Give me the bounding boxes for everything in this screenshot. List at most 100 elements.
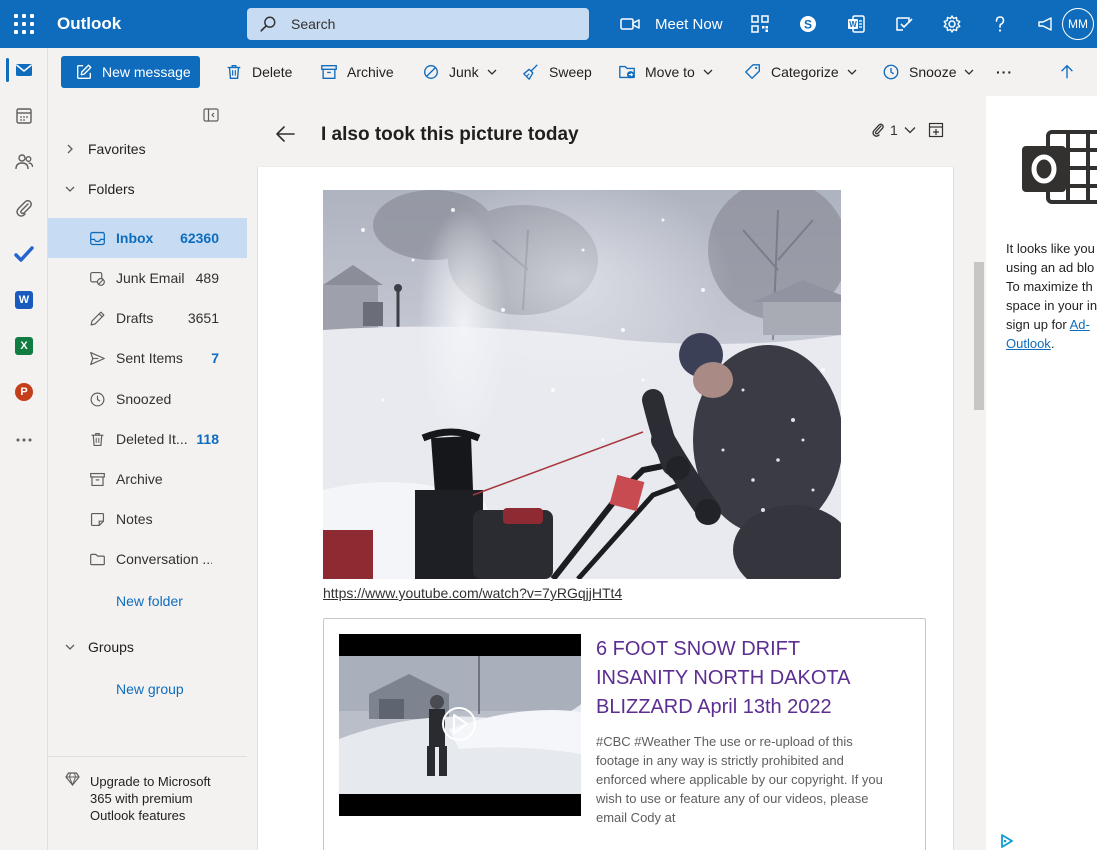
- arrow-up-icon[interactable]: [1058, 60, 1076, 84]
- folder-name: Conversation ...: [116, 551, 212, 567]
- chevron-down-icon: [65, 644, 75, 650]
- note-icon: [90, 512, 105, 526]
- collapse-pane-icon[interactable]: [203, 108, 219, 122]
- folder-name: Notes: [116, 511, 153, 527]
- office-word-icon[interactable]: W: [844, 12, 868, 36]
- search-box[interactable]: [247, 8, 589, 40]
- junk-icon: [90, 271, 105, 286]
- meet-now-button[interactable]: Meet Now: [620, 12, 723, 36]
- unread-count: 7: [211, 350, 219, 366]
- chevron-down-icon: [904, 127, 916, 134]
- word-icon[interactable]: W: [0, 280, 48, 320]
- ad-line: To maximize th: [1006, 279, 1093, 294]
- todo-icon[interactable]: [0, 234, 48, 274]
- chevron-down-icon: [65, 186, 75, 192]
- favorites-label: Favorites: [88, 141, 146, 157]
- calendar-icon[interactable]: [0, 96, 48, 136]
- folder-archive[interactable]: Archive: [48, 459, 247, 499]
- folders-label: Folders: [88, 181, 135, 197]
- video-thumbnail[interactable]: [339, 634, 581, 816]
- archive-button[interactable]: Archive: [320, 60, 394, 84]
- folder-conversation-history[interactable]: Conversation ...: [48, 539, 247, 579]
- upgrade-banner[interactable]: Upgrade to Microsoft 365 with premium Ou…: [48, 756, 247, 850]
- chevron-down-icon: [703, 69, 713, 75]
- attached-photo[interactable]: [323, 190, 841, 579]
- favorites-header[interactable]: Favorites: [48, 133, 247, 165]
- delete-label: Delete: [252, 64, 293, 80]
- new-folder-link[interactable]: New folder: [116, 593, 183, 609]
- more-apps-icon[interactable]: [0, 420, 48, 460]
- paperclip-icon[interactable]: [0, 188, 48, 228]
- scrollbar-track[interactable]: [972, 96, 986, 850]
- skype-icon[interactable]: S: [796, 12, 820, 36]
- ad-line: space in your in: [1006, 298, 1097, 313]
- more-options-button[interactable]: ···: [996, 60, 1013, 84]
- megaphone-icon[interactable]: [1034, 12, 1058, 36]
- folder-icon: [90, 553, 105, 565]
- snooze-label: Snooze: [909, 64, 957, 80]
- app-rail: W X P: [0, 48, 48, 850]
- ad-line: using an ad blo: [1006, 260, 1095, 275]
- attachment-count: 1: [890, 122, 898, 138]
- waffle-icon[interactable]: [12, 12, 36, 36]
- diamond-icon: [65, 772, 80, 786]
- ad-blocker-message: It looks like you using an ad blo To max…: [1006, 239, 1097, 353]
- folder-inbox[interactable]: Inbox 62360: [48, 218, 247, 258]
- avatar[interactable]: MM: [1062, 8, 1094, 40]
- link-preview-card[interactable]: 6 FOOT SNOW DRIFT INSANITY NORTH DAKOTA …: [323, 618, 926, 850]
- svg-text:S: S: [804, 18, 812, 32]
- help-icon[interactable]: [988, 12, 1012, 36]
- message-body: https://www.youtube.com/watch?v=7yRGqjjH…: [257, 167, 954, 850]
- move-to-button[interactable]: Move to: [618, 60, 713, 84]
- mail-icon[interactable]: [0, 50, 48, 90]
- categorize-label: Categorize: [771, 64, 839, 80]
- people-icon[interactable]: [0, 142, 48, 182]
- preview-title[interactable]: 6 FOOT SNOW DRIFT INSANITY NORTH DAKOTA …: [596, 635, 896, 722]
- inbox-icon: [90, 231, 105, 245]
- folder-move-icon: [619, 65, 635, 79]
- ad-free-link[interactable]: Ad-: [1070, 317, 1090, 332]
- categorize-button[interactable]: Categorize: [744, 60, 857, 84]
- back-arrow-icon[interactable]: [274, 124, 296, 144]
- sweep-button[interactable]: Sweep: [522, 60, 592, 84]
- excel-icon[interactable]: X: [0, 326, 48, 366]
- ad-suffix: .: [1050, 336, 1055, 351]
- adchoices-icon[interactable]: [1000, 834, 1014, 848]
- app-title[interactable]: Outlook: [57, 14, 121, 34]
- delete-button[interactable]: Delete: [225, 60, 292, 84]
- folder-drafts[interactable]: Drafts 3651: [48, 298, 247, 338]
- ad-pane: It looks like you using an ad blo To max…: [986, 96, 1097, 850]
- youtube-link[interactable]: https://www.youtube.com/watch?v=7yRGqjjH…: [323, 585, 622, 601]
- folder-deleted-items[interactable]: Deleted It... 118: [48, 419, 247, 459]
- search-icon: [260, 16, 276, 32]
- unread-count: 118: [196, 431, 219, 447]
- send-icon: [90, 351, 105, 365]
- gear-icon[interactable]: [940, 12, 964, 36]
- new-message-button[interactable]: New message: [61, 56, 200, 88]
- feedback-icon[interactable]: [892, 12, 916, 36]
- folder-name: Snoozed: [116, 391, 172, 407]
- scrollbar-thumb[interactable]: [974, 262, 984, 410]
- powerpoint-icon[interactable]: P: [0, 372, 48, 412]
- snooze-button[interactable]: Snooze: [882, 60, 974, 84]
- junk-button[interactable]: Junk: [422, 60, 497, 84]
- video-icon: [620, 18, 640, 30]
- ad-free-outlook-link[interactable]: Outlook: [1006, 336, 1051, 351]
- ad-line: It looks like you: [1006, 241, 1095, 256]
- folders-header[interactable]: Folders: [48, 173, 247, 205]
- groups-header[interactable]: Groups: [48, 631, 247, 663]
- folder-snoozed[interactable]: Snoozed: [48, 379, 247, 419]
- qr-icon[interactable]: [748, 12, 772, 36]
- new-message-label: New message: [102, 64, 191, 80]
- pencil-icon: [90, 311, 105, 325]
- search-input[interactable]: [291, 16, 571, 32]
- archive-icon: [321, 65, 337, 79]
- groups-label: Groups: [88, 639, 134, 655]
- folder-junk-email[interactable]: Junk Email 489: [48, 258, 247, 298]
- folder-notes[interactable]: Notes: [48, 499, 247, 539]
- attachment-dropdown[interactable]: 1: [871, 122, 916, 138]
- open-in-new-window-icon[interactable]: [928, 122, 944, 138]
- folder-sent-items[interactable]: Sent Items 7: [48, 338, 247, 378]
- folder-name: Archive: [116, 471, 163, 487]
- new-group-link[interactable]: New group: [116, 681, 184, 697]
